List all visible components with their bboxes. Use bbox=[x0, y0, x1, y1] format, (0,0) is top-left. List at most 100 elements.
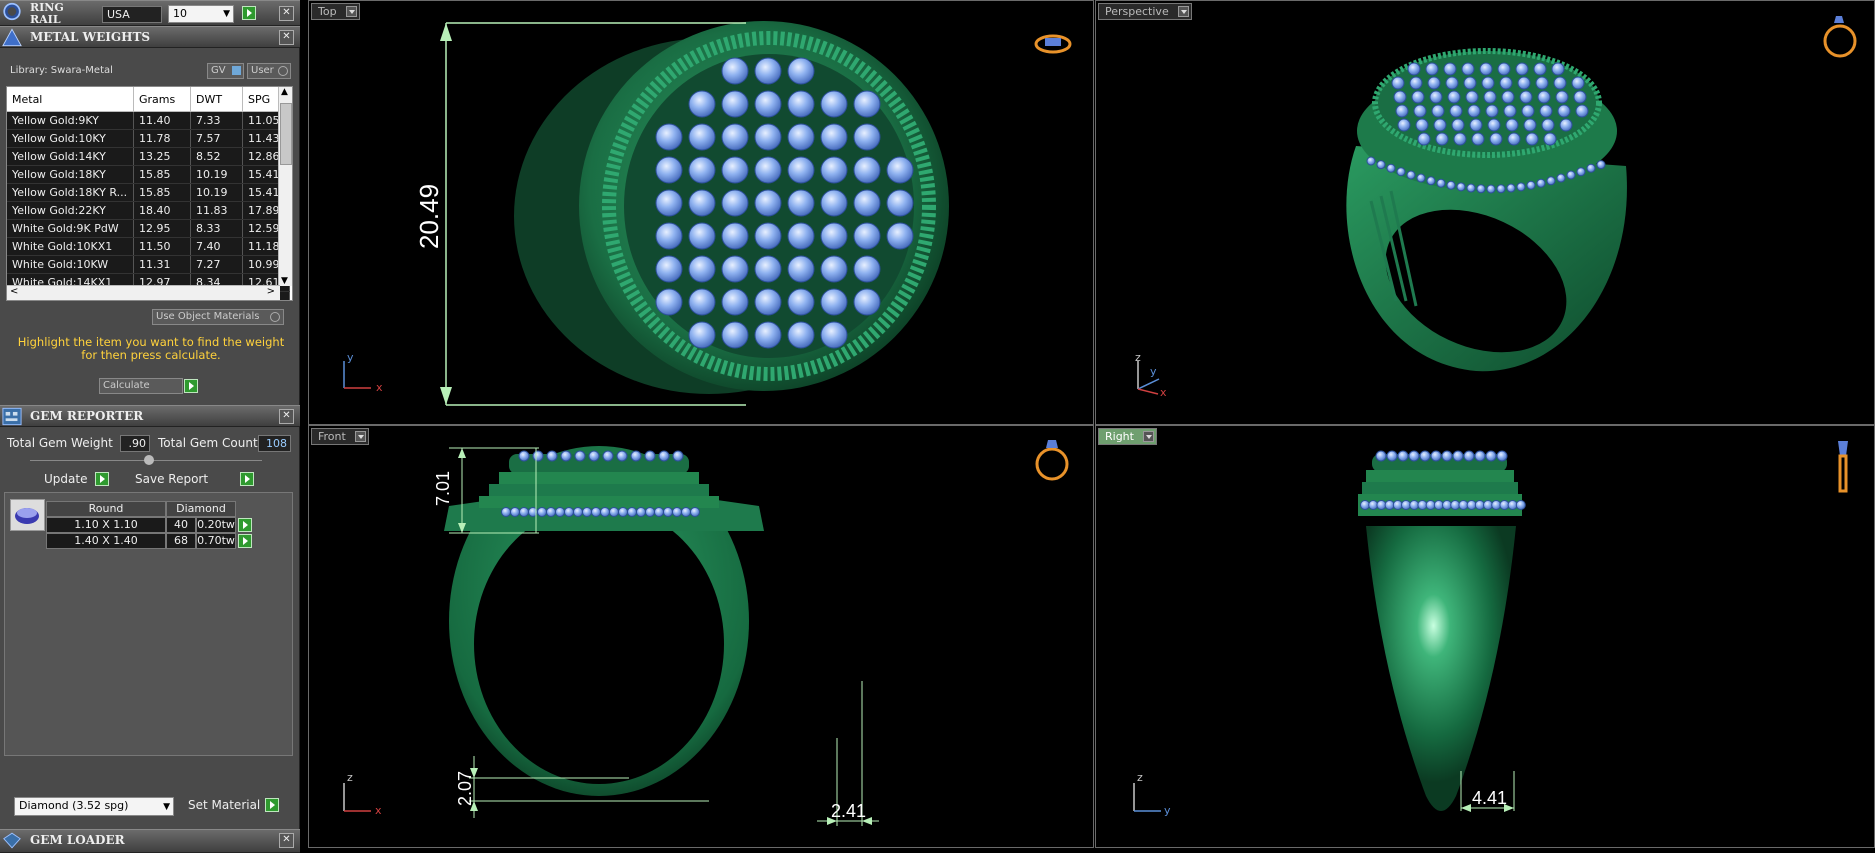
viewport-label-right[interactable]: Right bbox=[1098, 428, 1157, 445]
column-header-dwt[interactable]: DWT bbox=[190, 87, 243, 112]
column-header-grams[interactable]: Grams bbox=[133, 87, 191, 112]
table-cell: White Gold:10KX1 bbox=[7, 237, 134, 256]
gem-stone bbox=[688, 123, 716, 151]
gem-stone bbox=[1533, 62, 1547, 76]
chevron-down-icon[interactable] bbox=[354, 431, 366, 442]
dimension-right-width: 4.41 bbox=[1472, 788, 1508, 808]
table-row[interactable]: White Gold:10KX1 11.50 7.40 11.18 bbox=[7, 237, 290, 256]
gem-stone bbox=[630, 450, 642, 462]
table-cell: 13.25 bbox=[133, 147, 191, 166]
scroll-left-icon[interactable]: < bbox=[10, 286, 18, 297]
viewport-right-title: Right bbox=[1105, 430, 1134, 443]
table-cell: Yellow Gold:18KY bbox=[7, 165, 134, 184]
table-cell: 7.33 bbox=[190, 111, 243, 130]
viewport-perspective-title: Perspective bbox=[1105, 5, 1169, 18]
gem-stone bbox=[501, 507, 511, 517]
gem-stone bbox=[1458, 500, 1469, 510]
close-icon[interactable]: ✕ bbox=[279, 30, 294, 45]
chevron-down-icon[interactable] bbox=[1177, 6, 1189, 17]
chevron-down-icon[interactable] bbox=[345, 6, 357, 17]
table-row[interactable]: Yellow Gold:22KY 18.40 11.83 17.89 bbox=[7, 201, 290, 220]
axis-x-label: x bbox=[375, 804, 382, 817]
ring-rail-go-button[interactable] bbox=[242, 6, 256, 20]
viewport-top[interactable]: Top 20.49 y x bbox=[308, 0, 1094, 425]
table-row[interactable]: Yellow Gold:9KY 11.40 7.33 11.05 bbox=[7, 111, 290, 130]
gem-row-go-button[interactable] bbox=[238, 534, 252, 548]
save-report-label[interactable]: Save Report bbox=[135, 472, 208, 486]
close-icon[interactable]: ✕ bbox=[279, 833, 294, 848]
table-row[interactable]: Yellow Gold:18KY 15.85 10.19 15.41 bbox=[7, 165, 290, 184]
set-material-button[interactable] bbox=[265, 798, 279, 812]
gem-stone bbox=[1559, 118, 1573, 132]
country-field[interactable]: USA bbox=[102, 6, 162, 23]
save-report-button[interactable] bbox=[240, 472, 254, 486]
gem-stone bbox=[1537, 90, 1551, 104]
ring-size-select[interactable]: 10 ▼ bbox=[168, 5, 234, 23]
gem-stone bbox=[1395, 104, 1409, 118]
table-row[interactable]: White Gold:9K PdW 12.95 8.33 12.59 bbox=[7, 219, 290, 238]
gem-stone bbox=[1496, 184, 1506, 194]
gem-stone bbox=[1445, 76, 1459, 90]
table-row[interactable]: White Gold:10KW 11.31 7.27 10.99 bbox=[7, 255, 290, 274]
table-row[interactable]: Yellow Gold:18KY R... 15.85 10.19 15.41 bbox=[7, 183, 290, 202]
material-select[interactable]: Diamond (3.52 spg) ▼ bbox=[14, 797, 174, 816]
user-toggle[interactable]: User bbox=[247, 63, 291, 79]
gem-stone bbox=[1541, 118, 1555, 132]
dimension-front-width: 2.41 bbox=[831, 801, 867, 821]
gv-toggle[interactable]: GV bbox=[207, 63, 244, 79]
gem-stone bbox=[853, 123, 881, 151]
scroll-up-icon[interactable]: ▲ bbox=[281, 87, 288, 97]
gem-stone bbox=[1575, 104, 1589, 118]
update-label[interactable]: Update bbox=[44, 472, 87, 486]
gem-stone bbox=[1491, 500, 1502, 510]
viewport-label-perspective[interactable]: Perspective bbox=[1098, 3, 1192, 20]
close-icon[interactable]: ✕ bbox=[279, 6, 294, 21]
table-row[interactable]: Yellow Gold:10KY 11.78 7.57 11.43 bbox=[7, 129, 290, 148]
update-button[interactable] bbox=[95, 472, 109, 486]
splitter-handle-icon[interactable] bbox=[144, 455, 154, 465]
calculate-button[interactable]: Calculate bbox=[99, 378, 183, 394]
scroll-down-icon[interactable]: ▼ bbox=[281, 276, 288, 286]
gem-stone bbox=[1466, 183, 1476, 193]
gem-stone bbox=[627, 507, 637, 517]
table-cell: 8.52 bbox=[190, 147, 243, 166]
viewport-label-top[interactable]: Top bbox=[311, 3, 360, 20]
horizontal-scrollbar[interactable]: < > bbox=[7, 285, 280, 300]
gem-stone bbox=[1461, 62, 1475, 76]
gem-stone bbox=[721, 57, 749, 85]
gem-stone bbox=[591, 507, 601, 517]
table-cell: 15.85 bbox=[133, 183, 191, 202]
gem-stone bbox=[754, 288, 782, 316]
gem-stone bbox=[644, 450, 656, 462]
set-material-label[interactable]: Set Material bbox=[188, 798, 260, 812]
gem-row-go-button[interactable] bbox=[238, 518, 252, 532]
use-object-materials-toggle[interactable]: Use Object Materials bbox=[152, 309, 284, 325]
gem-stone bbox=[1433, 118, 1447, 132]
viewport-perspective[interactable]: Perspective z y x bbox=[1095, 0, 1875, 425]
gem-stone bbox=[1469, 118, 1483, 132]
table-cell: 10.19 bbox=[190, 165, 243, 184]
close-icon[interactable]: ✕ bbox=[279, 409, 294, 424]
gem-stone bbox=[688, 90, 716, 118]
gem-stone bbox=[787, 288, 815, 316]
scroll-thumb[interactable] bbox=[280, 103, 292, 165]
gem-stone bbox=[654, 507, 664, 517]
metal-table-header-row: Metal Grams DWT SPG bbox=[7, 87, 290, 112]
total-gem-weight-value: .90 bbox=[120, 435, 150, 452]
gem-stone bbox=[1417, 132, 1431, 146]
gem-stone bbox=[1397, 118, 1411, 132]
viewport-label-front[interactable]: Front bbox=[311, 428, 369, 445]
table-row[interactable]: Yellow Gold:14KY 13.25 8.52 12.86 bbox=[7, 147, 290, 166]
gem-stone bbox=[655, 156, 683, 184]
viewport-right[interactable]: Right 4.41 z y bbox=[1095, 425, 1875, 848]
gem-stone bbox=[1417, 500, 1428, 510]
gem-stone bbox=[1507, 500, 1518, 510]
column-header-metal[interactable]: Metal bbox=[7, 87, 134, 112]
viewport-front[interactable]: Front 7.01 2.07 2.41 z x bbox=[308, 425, 1094, 848]
scroll-right-icon[interactable]: > bbox=[267, 286, 275, 297]
chevron-down-icon[interactable] bbox=[1142, 431, 1154, 442]
gem-stone bbox=[1481, 76, 1495, 90]
vertical-scrollbar[interactable]: ▲ ▼ bbox=[278, 87, 292, 286]
gem-stone bbox=[1517, 76, 1531, 90]
calculate-go-button[interactable] bbox=[184, 379, 198, 393]
